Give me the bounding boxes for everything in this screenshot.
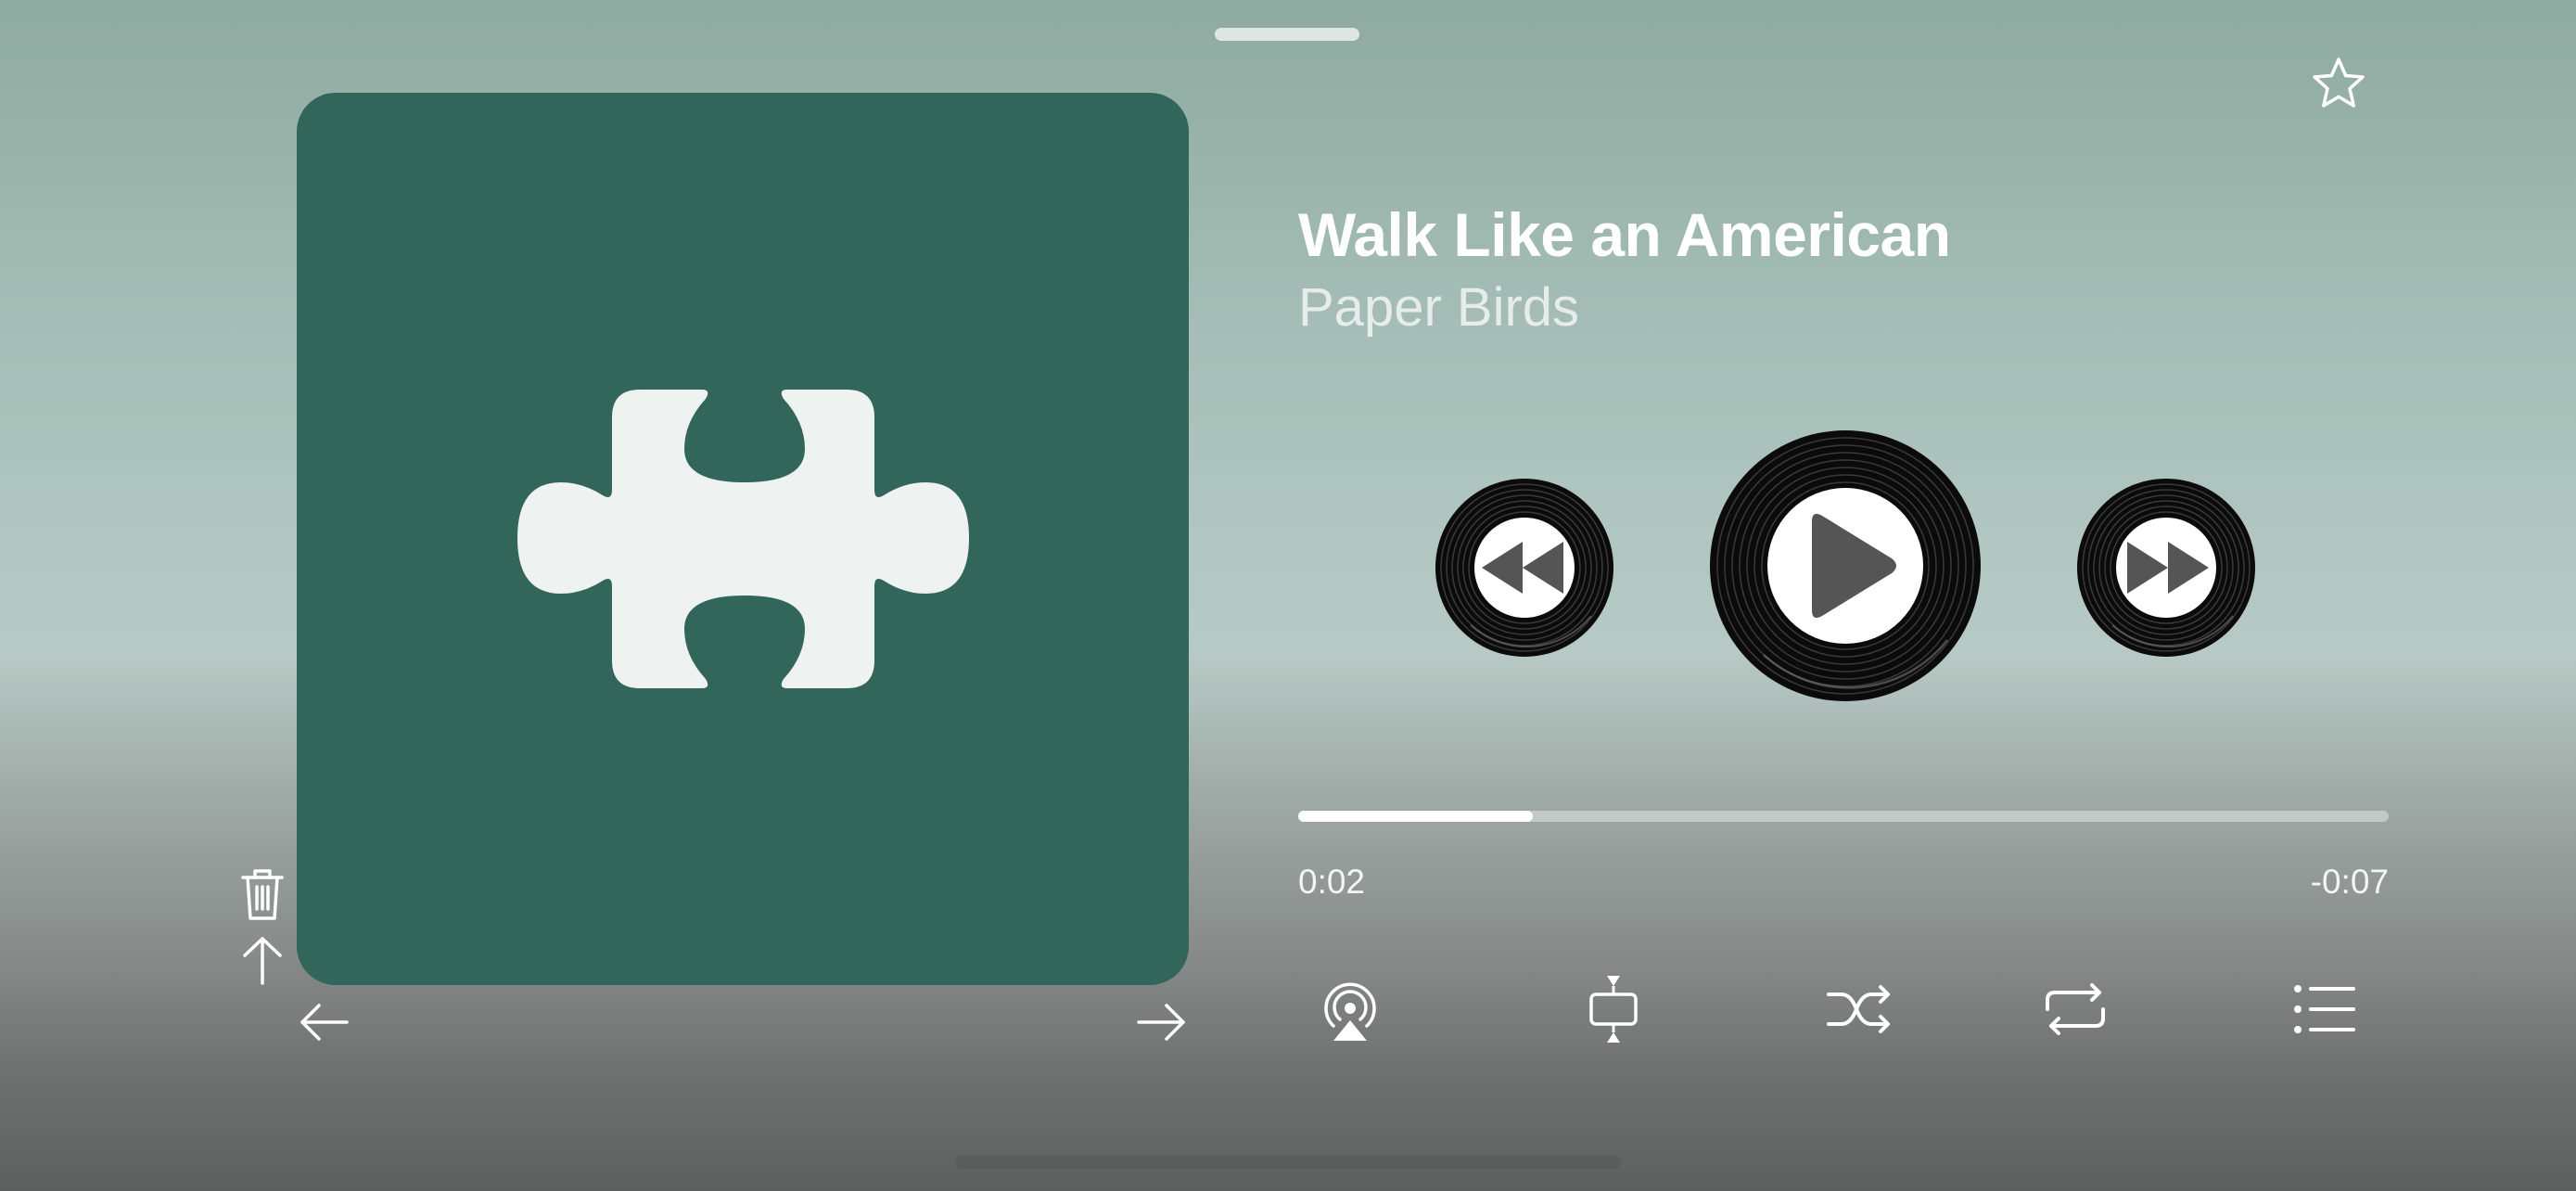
shuffle-icon[interactable] [1823,972,1897,1046]
track-artist[interactable]: Paper Birds [1298,276,1579,339]
progress-slider[interactable] [1298,811,2389,822]
arrow-left-icon[interactable] [299,1000,351,1044]
puzzle-piece-icon [517,390,969,688]
progress-fill [1298,811,1533,822]
repeat-icon[interactable] [2038,972,2112,1046]
list-icon[interactable] [2287,972,2361,1046]
fit-vertical-icon[interactable] [1576,972,1651,1046]
arrow-up-icon[interactable] [239,935,286,985]
remaining-time: -0:07 [2310,863,2389,901]
airplay-icon[interactable] [1313,972,1387,1046]
trash-icon[interactable] [239,866,286,922]
play-button[interactable] [1708,429,1983,703]
rewind-button[interactable] [1434,477,1615,659]
elapsed-time: 0:02 [1298,863,1366,901]
album-artwork [297,93,1189,985]
track-title: Walk Like an American [1298,200,1951,269]
home-indicator [955,1156,1621,1169]
sheet-grabber[interactable] [1215,28,1359,41]
fast-forward-button[interactable] [2075,477,2257,659]
arrow-right-icon[interactable] [1135,1000,1187,1044]
star-icon[interactable] [2311,56,2366,111]
